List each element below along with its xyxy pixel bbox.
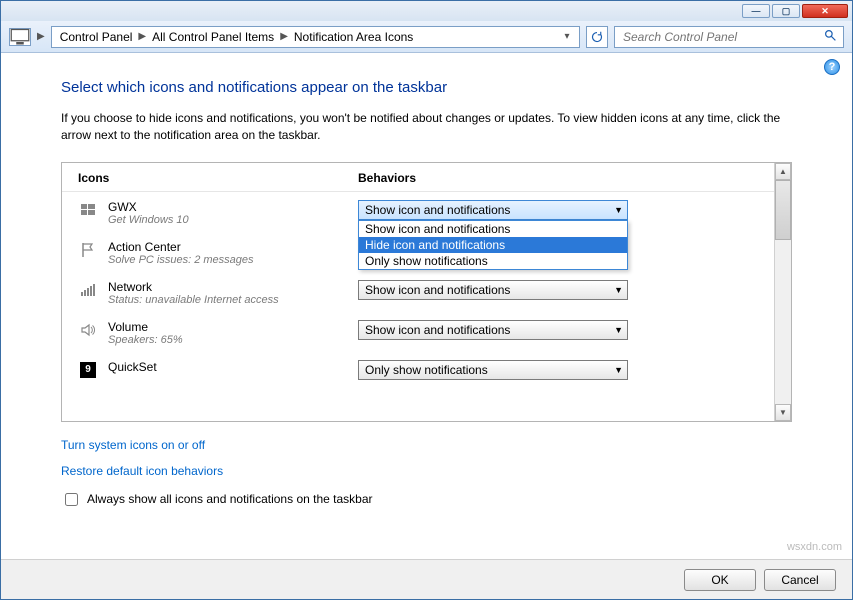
icon-subtext: Status: unavailable Internet access bbox=[108, 294, 279, 306]
breadcrumb-item[interactable]: Notification Area Icons bbox=[290, 30, 417, 44]
flag-icon bbox=[78, 240, 98, 258]
search-box[interactable] bbox=[614, 26, 844, 48]
page-description: If you choose to hide icons and notifica… bbox=[61, 110, 792, 144]
icon-row: GWX Get Windows 10 Show icon and notific… bbox=[62, 192, 774, 232]
search-input[interactable] bbox=[621, 29, 811, 45]
scroll-up-button[interactable]: ▲ bbox=[775, 163, 791, 180]
link-restore-defaults[interactable]: Restore default icon behaviors bbox=[61, 464, 792, 478]
column-header-icons: Icons bbox=[78, 171, 358, 185]
chevron-right-icon: ▶ bbox=[138, 31, 146, 42]
scroll-thumb[interactable] bbox=[775, 180, 791, 240]
icon-row: Network Status: unavailable Internet acc… bbox=[62, 272, 774, 312]
scroll-down-button[interactable]: ▼ bbox=[775, 404, 791, 421]
combobox-value: Only show notifications bbox=[365, 363, 488, 377]
dropdown-option[interactable]: Only show notifications bbox=[359, 253, 627, 269]
chevron-down-icon: ▼ bbox=[614, 325, 623, 335]
behavior-combobox[interactable]: Only show notifications ▼ bbox=[358, 360, 628, 380]
icon-name: Volume bbox=[108, 320, 183, 334]
dropdown-option[interactable]: Hide icon and notifications bbox=[359, 237, 627, 253]
combobox-value: Show icon and notifications bbox=[365, 203, 510, 217]
icon-name: Action Center bbox=[108, 240, 254, 254]
link-system-icons[interactable]: Turn system icons on or off bbox=[61, 438, 792, 452]
close-button[interactable]: ✕ bbox=[802, 4, 848, 18]
window: — ▢ ✕ ▶ Control Panel ▶ All Control Pane… bbox=[0, 0, 853, 600]
combobox-value: Show icon and notifications bbox=[365, 283, 510, 297]
ok-button[interactable]: OK bbox=[684, 569, 756, 591]
refresh-button[interactable] bbox=[586, 26, 608, 48]
icon-name: QuickSet bbox=[108, 360, 157, 374]
combobox-value: Show icon and notifications bbox=[365, 323, 510, 337]
behavior-dropdown[interactable]: Show icon and notifications Hide icon an… bbox=[358, 220, 628, 270]
icon-row: Volume Speakers: 65% Show icon and notif… bbox=[62, 312, 774, 352]
address-bar: ▶ Control Panel ▶ All Control Panel Item… bbox=[1, 21, 852, 53]
quickset-icon: 9 bbox=[78, 360, 98, 378]
chevron-right-icon: ▶ bbox=[280, 31, 288, 42]
behavior-combobox[interactable]: Show icon and notifications ▼ bbox=[358, 280, 628, 300]
scroll-track[interactable] bbox=[775, 240, 791, 404]
icon-subtext: Solve PC issues: 2 messages bbox=[108, 254, 254, 266]
column-header-behaviors: Behaviors bbox=[358, 171, 758, 185]
footer: OK Cancel bbox=[1, 559, 852, 599]
watermark: wsxdn.com bbox=[787, 541, 842, 553]
behavior-combobox[interactable]: Show icon and notifications ▼ bbox=[358, 200, 628, 220]
breadcrumb-item[interactable]: All Control Panel Items bbox=[148, 30, 278, 44]
titlebar: — ▢ ✕ bbox=[1, 1, 852, 21]
address-dropdown-button[interactable]: ▾ bbox=[559, 31, 575, 42]
gwx-icon bbox=[78, 200, 98, 218]
chevron-down-icon: ▼ bbox=[614, 205, 623, 215]
icon-subtext: Speakers: 65% bbox=[108, 334, 183, 346]
maximize-button[interactable]: ▢ bbox=[772, 4, 800, 18]
icon-name: GWX bbox=[108, 200, 189, 214]
network-icon bbox=[78, 280, 98, 298]
chevron-down-icon: ▼ bbox=[614, 285, 623, 295]
page-title: Select which icons and notifications app… bbox=[61, 79, 792, 96]
dropdown-option[interactable]: Show icon and notifications bbox=[359, 221, 627, 237]
chevron-right-icon: ▶ bbox=[37, 31, 45, 42]
search-icon[interactable] bbox=[824, 29, 837, 45]
scrollbar[interactable]: ▲ ▼ bbox=[774, 163, 791, 421]
always-show-checkbox[interactable] bbox=[65, 493, 78, 506]
cancel-button[interactable]: Cancel bbox=[764, 569, 836, 591]
breadcrumb-item[interactable]: Control Panel bbox=[56, 30, 137, 44]
volume-icon bbox=[78, 320, 98, 338]
behavior-combobox[interactable]: Show icon and notifications ▼ bbox=[358, 320, 628, 340]
chevron-down-icon: ▼ bbox=[614, 365, 623, 375]
breadcrumb[interactable]: Control Panel ▶ All Control Panel Items … bbox=[51, 26, 580, 48]
icon-row: 9 QuickSet Only show notifications ▼ bbox=[62, 352, 774, 386]
icon-subtext: Get Windows 10 bbox=[108, 214, 189, 226]
computer-icon[interactable] bbox=[9, 28, 31, 46]
minimize-button[interactable]: — bbox=[742, 4, 770, 18]
help-icon[interactable]: ? bbox=[824, 59, 840, 75]
icons-panel: Icons Behaviors GWX Get Windows 10 bbox=[61, 162, 792, 422]
checkbox-label: Always show all icons and notifications … bbox=[87, 492, 373, 506]
icon-name: Network bbox=[108, 280, 279, 294]
content-area: ? Select which icons and notifications a… bbox=[1, 53, 852, 559]
